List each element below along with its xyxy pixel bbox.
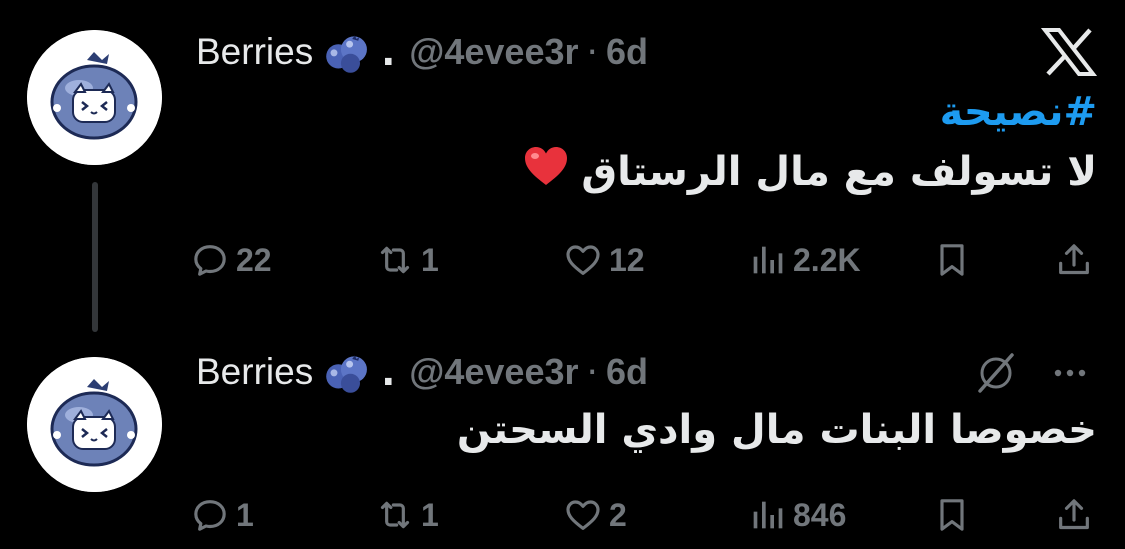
reply-icon bbox=[190, 495, 230, 535]
share-icon bbox=[1054, 240, 1094, 280]
grok-icon[interactable] bbox=[972, 349, 1020, 397]
view-count: 2.2K bbox=[793, 241, 861, 278]
tweet-text: لا تسولف مع مال الرستاق bbox=[581, 149, 1097, 195]
view-count: 846 bbox=[793, 496, 847, 533]
timestamp[interactable]: 6d bbox=[606, 31, 648, 73]
retweet-count: 1 bbox=[421, 496, 439, 533]
tweet-header: Berries . @4evee3r · 6d bbox=[196, 27, 648, 77]
author-handle[interactable]: @4evee3r bbox=[409, 351, 578, 393]
more-icon[interactable] bbox=[1050, 355, 1090, 391]
tweet-text: خصوصا البنات مال وادي السحتن bbox=[456, 407, 1097, 453]
reply-count: 22 bbox=[236, 241, 272, 278]
bookmark-icon bbox=[932, 240, 972, 280]
retweet-count: 1 bbox=[421, 241, 439, 278]
retweet-icon bbox=[375, 495, 415, 535]
action-bar: 22 1 12 2.2K bbox=[190, 235, 1100, 285]
author-name[interactable]: Berries bbox=[196, 351, 313, 393]
tweet[interactable]: Berries . @4evee3r · 6d خصوصا البنات مال… bbox=[0, 330, 1125, 549]
share-icon bbox=[1054, 495, 1094, 535]
retweet-button[interactable]: 1 bbox=[375, 235, 439, 285]
views-icon bbox=[747, 240, 787, 280]
author-handle[interactable]: @4evee3r bbox=[409, 31, 578, 73]
like-count: 12 bbox=[609, 241, 645, 278]
heart-icon bbox=[563, 495, 603, 535]
separator: · bbox=[586, 351, 598, 393]
like-button[interactable]: 2 bbox=[563, 490, 627, 540]
tweet-body: خصوصا البنات مال وادي السحتن bbox=[457, 400, 1097, 460]
author-name-suffix: . bbox=[381, 30, 396, 74]
avatar[interactable] bbox=[27, 30, 162, 165]
reply-icon bbox=[190, 240, 230, 280]
separator: · bbox=[586, 31, 598, 73]
author-name-suffix: . bbox=[381, 350, 396, 394]
heart-icon bbox=[563, 240, 603, 280]
reply-button[interactable]: 1 bbox=[190, 490, 254, 540]
author-name[interactable]: Berries bbox=[196, 31, 313, 73]
bookmark-button[interactable] bbox=[932, 235, 978, 285]
x-logo-icon bbox=[1040, 27, 1098, 77]
reply-count: 1 bbox=[236, 496, 254, 533]
share-button[interactable] bbox=[1054, 490, 1100, 540]
hashtag-link[interactable]: #نصيحة bbox=[523, 82, 1097, 142]
bookmark-button[interactable] bbox=[932, 490, 978, 540]
red-heart-icon bbox=[523, 144, 569, 204]
views-icon bbox=[747, 495, 787, 535]
avatar[interactable] bbox=[27, 357, 162, 492]
like-button[interactable]: 12 bbox=[563, 235, 645, 285]
tweet-body: #نصيحة لا تسولف مع مال الرستاق bbox=[523, 82, 1097, 204]
timestamp[interactable]: 6d bbox=[606, 351, 648, 393]
tweet-header: Berries . @4evee3r · 6d bbox=[196, 347, 648, 397]
retweet-icon bbox=[375, 240, 415, 280]
views-button[interactable]: 846 bbox=[747, 490, 846, 540]
share-button[interactable] bbox=[1054, 235, 1100, 285]
blueberries-icon bbox=[321, 30, 373, 74]
like-count: 2 bbox=[609, 496, 627, 533]
blueberries-icon bbox=[321, 350, 373, 394]
tweet[interactable]: Berries . @4evee3r · 6d #نصيحة لا تسولف … bbox=[0, 0, 1125, 332]
reply-button[interactable]: 22 bbox=[190, 235, 272, 285]
views-button[interactable]: 2.2K bbox=[747, 235, 861, 285]
bookmark-icon bbox=[932, 495, 972, 535]
thread-line bbox=[92, 182, 98, 332]
action-bar: 1 1 2 846 bbox=[190, 490, 1100, 540]
retweet-button[interactable]: 1 bbox=[375, 490, 439, 540]
